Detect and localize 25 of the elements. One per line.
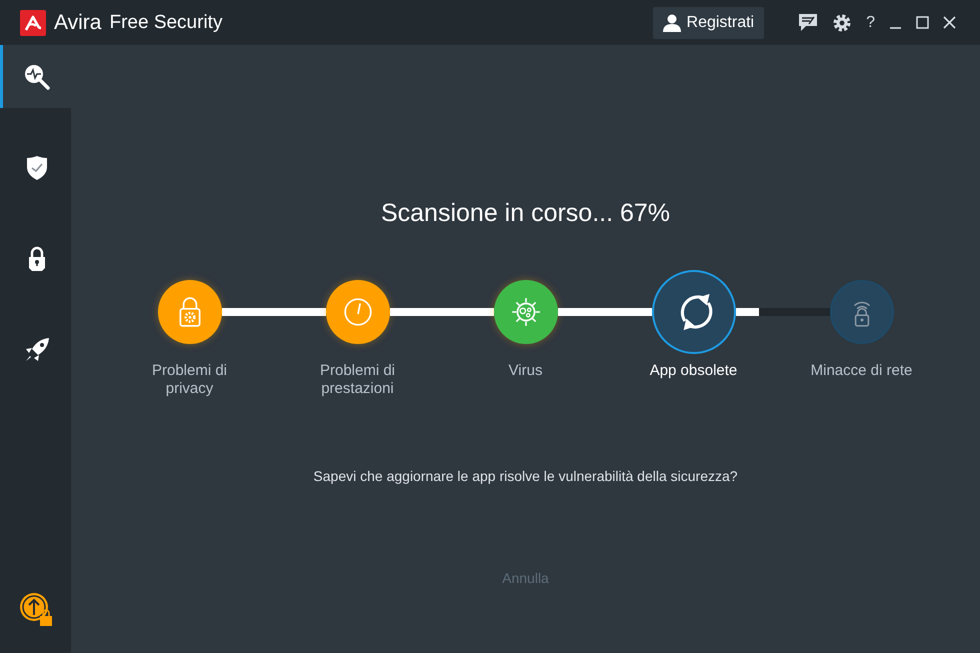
scan-progress-title: Scansione in corso... 67% — [380, 199, 670, 228]
step-label: Minacce di rete — [810, 362, 914, 380]
user-icon — [662, 14, 681, 32]
help-button[interactable]: ? — [866, 14, 875, 32]
settings-icon[interactable] — [832, 12, 852, 32]
feedback-icon[interactable] — [798, 13, 818, 32]
scan-icon — [24, 64, 50, 90]
upgrade-icon[interactable] — [19, 592, 53, 626]
app-name: Avira — [54, 10, 102, 34]
close-icon[interactable] — [943, 16, 956, 29]
register-button[interactable]: Registrati — [652, 6, 764, 38]
step-label: Problemi di prestazioni — [318, 362, 396, 398]
tip-text: Sapevi che aggiornare le app risolve le vulnerabilità della sicurezza? — [313, 468, 738, 484]
step-label: Virus — [508, 362, 544, 380]
maximize-icon[interactable] — [916, 16, 929, 29]
step-label: Problemi di privacy — [150, 362, 228, 398]
logo-icon — [20, 10, 46, 36]
step-label: App obsolete — [648, 362, 738, 380]
window-title: Free Security — [109, 12, 222, 34]
rocket-icon — [24, 336, 50, 362]
virus-icon — [510, 296, 542, 328]
gauge-icon — [342, 296, 374, 328]
sidebar-item[interactable] — [0, 45, 71, 108]
shield-check-icon — [26, 154, 48, 180]
lock-icon — [28, 246, 46, 272]
